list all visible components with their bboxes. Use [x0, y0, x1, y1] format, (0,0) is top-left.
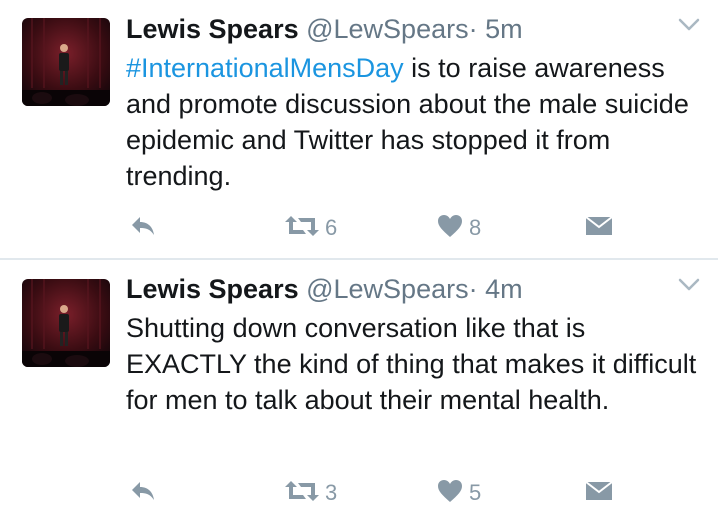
display-name[interactable]: Lewis Spears: [126, 14, 299, 44]
direct-message-icon: [585, 215, 613, 242]
tweet-content: Lewis Spears @LewSpears· 4m Shutting dow…: [126, 272, 698, 418]
heart-icon: [437, 214, 463, 243]
avatar[interactable]: [22, 18, 110, 106]
tweet-actions: 3 5: [0, 476, 718, 510]
tweet-body: Shutting down conversation like that is …: [126, 313, 697, 415]
tweet-text: Shutting down conversation like that is …: [126, 310, 698, 418]
chevron-down-icon[interactable]: [678, 18, 700, 32]
reply-button[interactable]: [130, 476, 156, 510]
retweet-count: 3: [325, 480, 338, 505]
direct-message-button[interactable]: [585, 211, 613, 245]
retweet-count: 6: [325, 215, 338, 240]
reply-button[interactable]: [130, 211, 156, 245]
retweet-button[interactable]: 6: [285, 211, 337, 245]
heart-icon: [437, 479, 463, 508]
reply-icon: [130, 480, 156, 507]
retweet-icon: [285, 479, 319, 508]
timestamp[interactable]: 4m: [485, 274, 523, 304]
display-name[interactable]: Lewis Spears: [126, 274, 299, 304]
direct-message-icon: [585, 480, 613, 507]
tweet-actions: 6 8: [0, 211, 718, 245]
tweet-header: Lewis Spears @LewSpears· 5m: [126, 12, 698, 46]
chevron-down-icon[interactable]: [678, 278, 700, 292]
like-count: 5: [469, 480, 482, 505]
timestamp[interactable]: 5m: [485, 14, 523, 44]
like-count: 8: [469, 215, 482, 240]
tweet[interactable]: Lewis Spears @LewSpears· 4m Shutting dow…: [0, 260, 718, 513]
tweet-text: #InternationalMensDay is to raise awaren…: [126, 50, 698, 194]
tweet-header: Lewis Spears @LewSpears· 4m: [126, 272, 698, 306]
reply-icon: [130, 215, 156, 242]
retweet-button[interactable]: 3: [285, 476, 337, 510]
like-button[interactable]: 5: [437, 476, 481, 510]
tweet-content: Lewis Spears @LewSpears· 5m #Internation…: [126, 12, 698, 194]
separator-dot: ·: [468, 274, 478, 304]
user-handle[interactable]: @LewSpears: [306, 14, 469, 44]
separator-dot: ·: [468, 14, 478, 44]
like-button[interactable]: 8: [437, 211, 481, 245]
tweet[interactable]: Lewis Spears @LewSpears· 5m #Internation…: [0, 0, 718, 258]
user-handle[interactable]: @LewSpears: [306, 274, 469, 304]
hashtag-link[interactable]: #InternationalMensDay: [126, 53, 404, 83]
retweet-icon: [285, 214, 319, 243]
avatar[interactable]: [22, 279, 110, 367]
direct-message-button[interactable]: [585, 476, 613, 510]
